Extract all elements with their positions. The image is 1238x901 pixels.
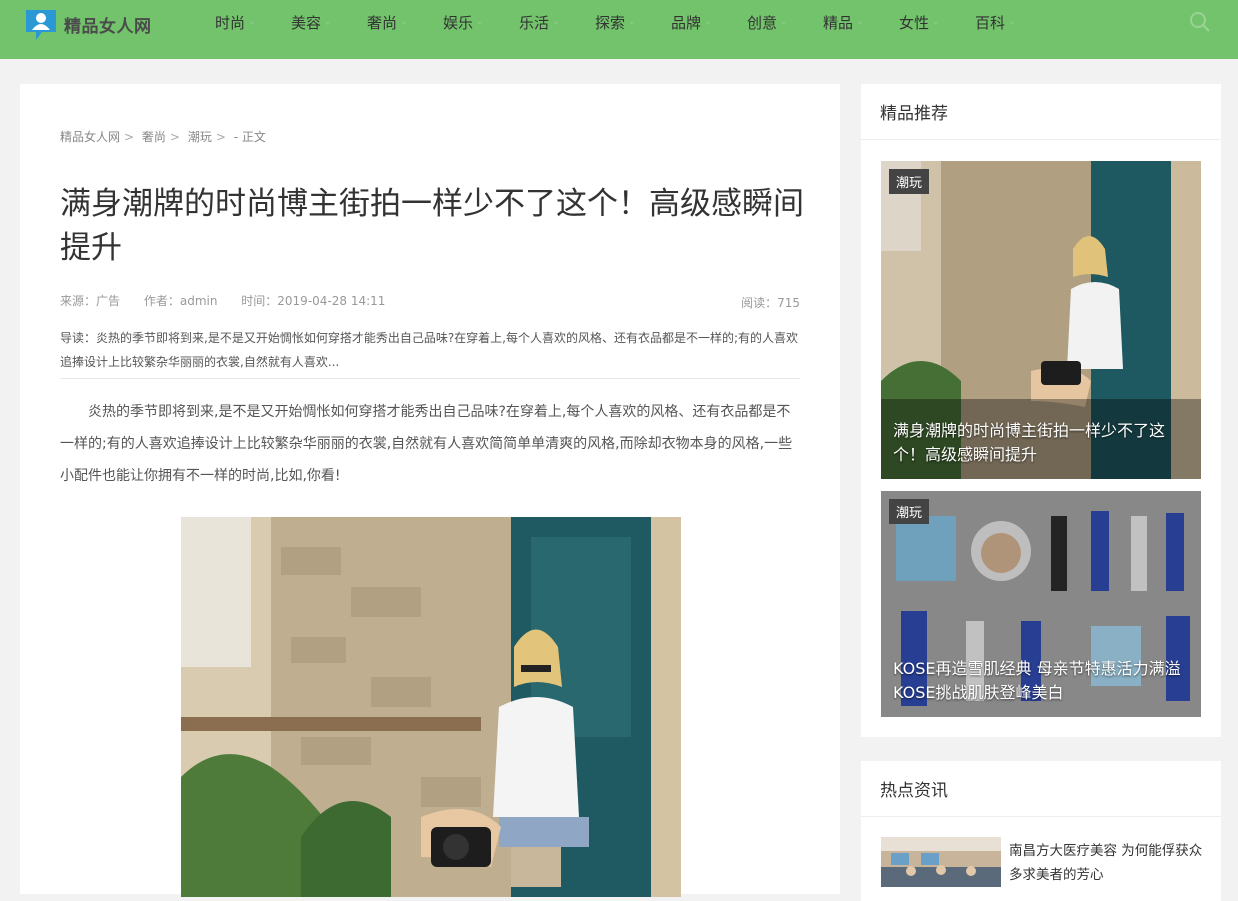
nav-item-boutique[interactable]: 精品 ⌄ xyxy=(804,0,880,44)
recommend-card[interactable]: 潮玩 KOSE再造雪肌经典 母亲节特惠活力满溢KOSE挑战肌肤登峰美白 xyxy=(881,491,1201,717)
category-tag[interactable]: 潮玩 xyxy=(889,169,930,194)
nav-item-fashion[interactable]: 时尚 ⌄ xyxy=(196,0,272,44)
hot-news-title[interactable]: 南昌方大医疗美容 为何能俘获众多求美者的芳心 xyxy=(1009,839,1209,887)
nav-item-encyclopedia[interactable]: 百科 ⌄ xyxy=(956,0,1032,44)
nav-item-brand[interactable]: 品牌 ⌄ xyxy=(652,0,728,44)
nav-item-beauty[interactable]: 美容 ⌄ xyxy=(272,0,348,44)
hot-news-thumbnail xyxy=(881,837,1001,887)
chevron-down-icon: ⌄ xyxy=(932,17,940,27)
logo-text: 精品女人网 xyxy=(64,16,152,37)
chevron-down-icon: ⌄ xyxy=(704,17,712,27)
nav-label: 女性 xyxy=(899,13,930,32)
nav-label: 品牌 xyxy=(671,13,702,32)
article-photo xyxy=(181,517,681,897)
read-count: 阅读：715 xyxy=(741,296,800,310)
chevron-down-icon: ⌄ xyxy=(780,17,788,27)
breadcrumb: 精品女人网 > 奢尚 > 潮玩 > - 正文 xyxy=(60,128,270,145)
top-navigation-bar: 精品女人网 时尚 ⌄ 美容 ⌄ 奢尚 ⌄ 娱乐 ⌄ 乐活 ⌄ 探索 ⌄ 品牌 ⌄ 创意 ⌄ 精品… xyxy=(0,0,1238,59)
nav-item-entertainment[interactable]: 娱乐 ⌄ xyxy=(424,0,500,44)
category-tag[interactable]: 潮玩 xyxy=(889,499,930,524)
nav-label: 创意 xyxy=(747,13,778,32)
breadcrumb-separator: > xyxy=(124,130,135,144)
breadcrumb-home[interactable]: 精品女人网 xyxy=(60,130,120,144)
article-source: 来源：广告 xyxy=(60,294,121,308)
recommend-panel: 精品推荐 潮玩 满身潮牌的时尚博主街拍一样少不了这个！高级感瞬间提升 潮玩 KO… xyxy=(861,84,1221,737)
nav-item-lifestyle[interactable]: 乐活 ⌄ xyxy=(500,0,576,44)
article-body: 炎热的季节即将到来,是不是又开始惆怅如何穿搭才能秀出自己品味?在穿着上,每个人喜… xyxy=(60,404,793,484)
nav-label: 奢尚 xyxy=(367,13,398,32)
nav-label: 乐活 xyxy=(519,13,550,32)
breadcrumb-separator: > xyxy=(169,130,180,144)
hot-news-heading: 热点资讯 xyxy=(861,761,1221,817)
chevron-down-icon: ⌄ xyxy=(1008,17,1016,27)
nav-label: 精品 xyxy=(823,13,854,32)
main-nav: 时尚 ⌄ 美容 ⌄ 奢尚 ⌄ 娱乐 ⌄ 乐活 ⌄ 探索 ⌄ 品牌 ⌄ 创意 ⌄ 精品 ⌄ 女性 ⌄ … xyxy=(196,0,1032,44)
chevron-down-icon: ⌄ xyxy=(324,17,332,27)
nav-item-creative[interactable]: 创意 ⌄ xyxy=(728,0,804,44)
recommend-card[interactable]: 潮玩 满身潮牌的时尚博主街拍一样少不了这个！高级感瞬间提升 xyxy=(881,161,1201,479)
nav-label: 娱乐 xyxy=(443,13,474,32)
hot-news-panel: 热点资讯 南昌方大医疗美容 为何能俘获众多求美者的芳心 xyxy=(861,761,1221,901)
breadcrumb-subcategory[interactable]: 潮玩 xyxy=(188,130,212,144)
recommend-caption[interactable]: KOSE再造雪肌经典 母亲节特惠活力满溢KOSE挑战肌肤登峰美白 xyxy=(893,657,1191,705)
article-summary: 导读：炎热的季节即将到来,是不是又开始惆怅如何穿搭才能秀出自己品味?在穿着上,每… xyxy=(60,326,800,379)
hot-news-item[interactable]: 南昌方大医疗美容 为何能俘获众多求美者的芳心 xyxy=(881,837,1211,897)
recommend-heading: 精品推荐 xyxy=(861,84,1221,140)
logo-icon xyxy=(22,6,60,42)
nav-label: 时尚 xyxy=(215,13,246,32)
recommend-caption[interactable]: 满身潮牌的时尚博主街拍一样少不了这个！高级感瞬间提升 xyxy=(893,419,1191,467)
chevron-down-icon: ⌄ xyxy=(248,17,256,27)
breadcrumb-category[interactable]: 奢尚 xyxy=(142,130,166,144)
site-logo[interactable]: 精品女人网 xyxy=(22,6,152,42)
chevron-down-icon: ⌄ xyxy=(628,17,636,27)
nav-item-luxury[interactable]: 奢尚 ⌄ xyxy=(348,0,424,44)
nav-item-women[interactable]: 女性 ⌄ xyxy=(880,0,956,44)
article-author: 作者：admin xyxy=(143,294,218,308)
article-meta: 来源：广告 作者：admin 时间：2019-04-28 14:11 xyxy=(60,292,405,309)
nav-label: 百科 xyxy=(975,13,1006,32)
chevron-down-icon: ⌄ xyxy=(552,17,560,27)
article-title: 满身潮牌的时尚博主街拍一样少不了这个！高级感瞬间提升 xyxy=(60,186,804,266)
breadcrumb-separator: > xyxy=(215,130,226,144)
article-card: 精品女人网 > 奢尚 > 潮玩 > - 正文 满身潮牌的时尚博主街拍一样少不了这个！高… xyxy=(20,84,840,897)
nav-label: 探索 xyxy=(595,13,626,32)
chevron-down-icon: ⌄ xyxy=(400,17,408,27)
nav-label: 美容 xyxy=(291,13,322,32)
nav-item-explore[interactable]: 探索 ⌄ xyxy=(576,0,652,44)
chevron-down-icon: ⌄ xyxy=(476,17,484,27)
breadcrumb-current: - 正文 xyxy=(233,130,266,144)
search-icon[interactable] xyxy=(1188,10,1212,34)
chevron-down-icon: ⌄ xyxy=(856,17,864,27)
article-time: 时间：2019-04-28 14:11 xyxy=(241,294,386,308)
